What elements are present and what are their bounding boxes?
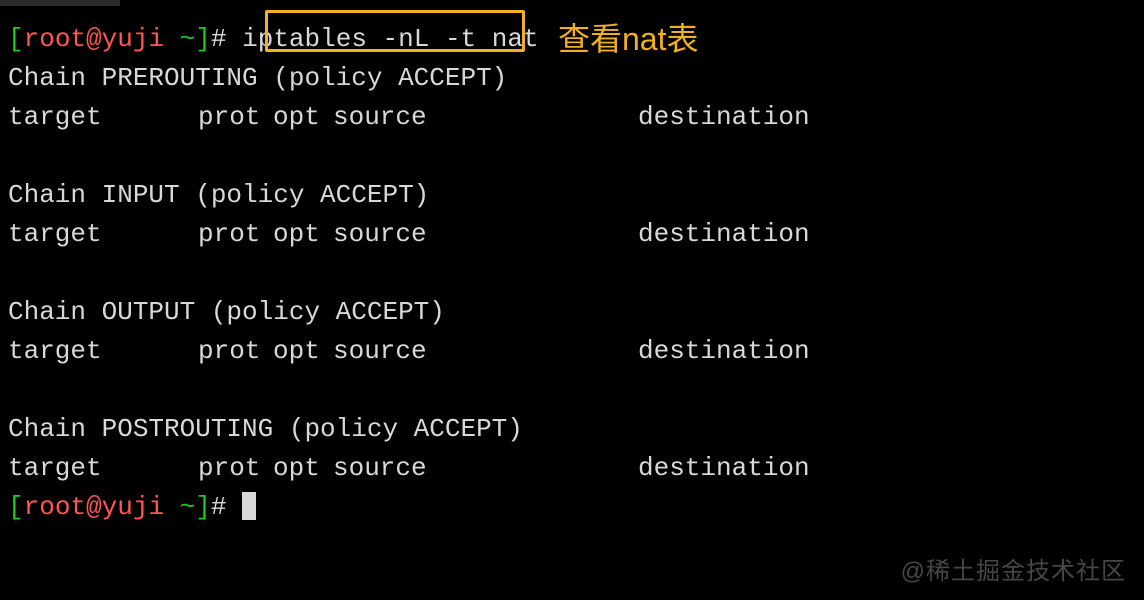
command-text: iptables -nL -t nat (242, 24, 538, 54)
annotation-label: 查看nat表 (558, 14, 699, 60)
blank-line (8, 254, 1136, 293)
col-prot: prot (198, 332, 273, 371)
col-opt: opt (273, 332, 333, 371)
col-opt: opt (273, 449, 333, 488)
prompt-bracket-close: ] (195, 24, 211, 54)
col-prot: prot (198, 215, 273, 254)
col-prot: prot (198, 98, 273, 137)
prompt-at: @ (86, 492, 102, 522)
watermark-text: @稀土掘金技术社区 (901, 551, 1126, 586)
col-opt: opt (273, 215, 333, 254)
prompt-bracket-close: ] (195, 492, 211, 522)
prompt-bracket-open: [ (8, 492, 24, 522)
col-source: source (333, 332, 638, 371)
prompt-at: @ (86, 24, 102, 54)
prompt-path: ~ (164, 492, 195, 522)
chain-header: Chain PREROUTING (policy ACCEPT) (8, 59, 1136, 98)
column-headers: targetprotoptsourcedestination (8, 332, 1136, 371)
blank-line (8, 371, 1136, 410)
column-headers: targetprotoptsourcedestination (8, 98, 1136, 137)
blank-line (8, 137, 1136, 176)
col-destination: destination (638, 449, 810, 488)
col-target: target (8, 215, 198, 254)
col-source: source (333, 449, 638, 488)
prompt-hash: # (211, 492, 242, 522)
col-destination: destination (638, 215, 810, 254)
col-destination: destination (638, 98, 810, 137)
col-target: target (8, 449, 198, 488)
prompt-bracket-open: [ (8, 24, 24, 54)
prompt-host: yuji (102, 24, 164, 54)
chain-header: Chain INPUT (policy ACCEPT) (8, 176, 1136, 215)
column-headers: targetprotoptsourcedestination (8, 215, 1136, 254)
column-headers: targetprotoptsourcedestination (8, 449, 1136, 488)
chain-header: Chain POSTROUTING (policy ACCEPT) (8, 410, 1136, 449)
chain-header: Chain OUTPUT (policy ACCEPT) (8, 293, 1136, 332)
terminal-output[interactable]: [root@yuji ~]# iptables -nL -t nat Chain… (0, 0, 1144, 535)
prompt-path: ~ (164, 24, 195, 54)
col-prot: prot (198, 449, 273, 488)
prompt-hash: # (211, 24, 242, 54)
col-source: source (333, 215, 638, 254)
prompt-line-2[interactable]: [root@yuji ~]# (8, 488, 1136, 527)
col-source: source (333, 98, 638, 137)
col-opt: opt (273, 98, 333, 137)
col-target: target (8, 332, 198, 371)
col-destination: destination (638, 332, 810, 371)
prompt-user: root (24, 492, 86, 522)
cursor-icon (242, 492, 256, 520)
col-target: target (8, 98, 198, 137)
prompt-host: yuji (102, 492, 164, 522)
prompt-user: root (24, 24, 86, 54)
window-tab-edge (0, 0, 120, 6)
